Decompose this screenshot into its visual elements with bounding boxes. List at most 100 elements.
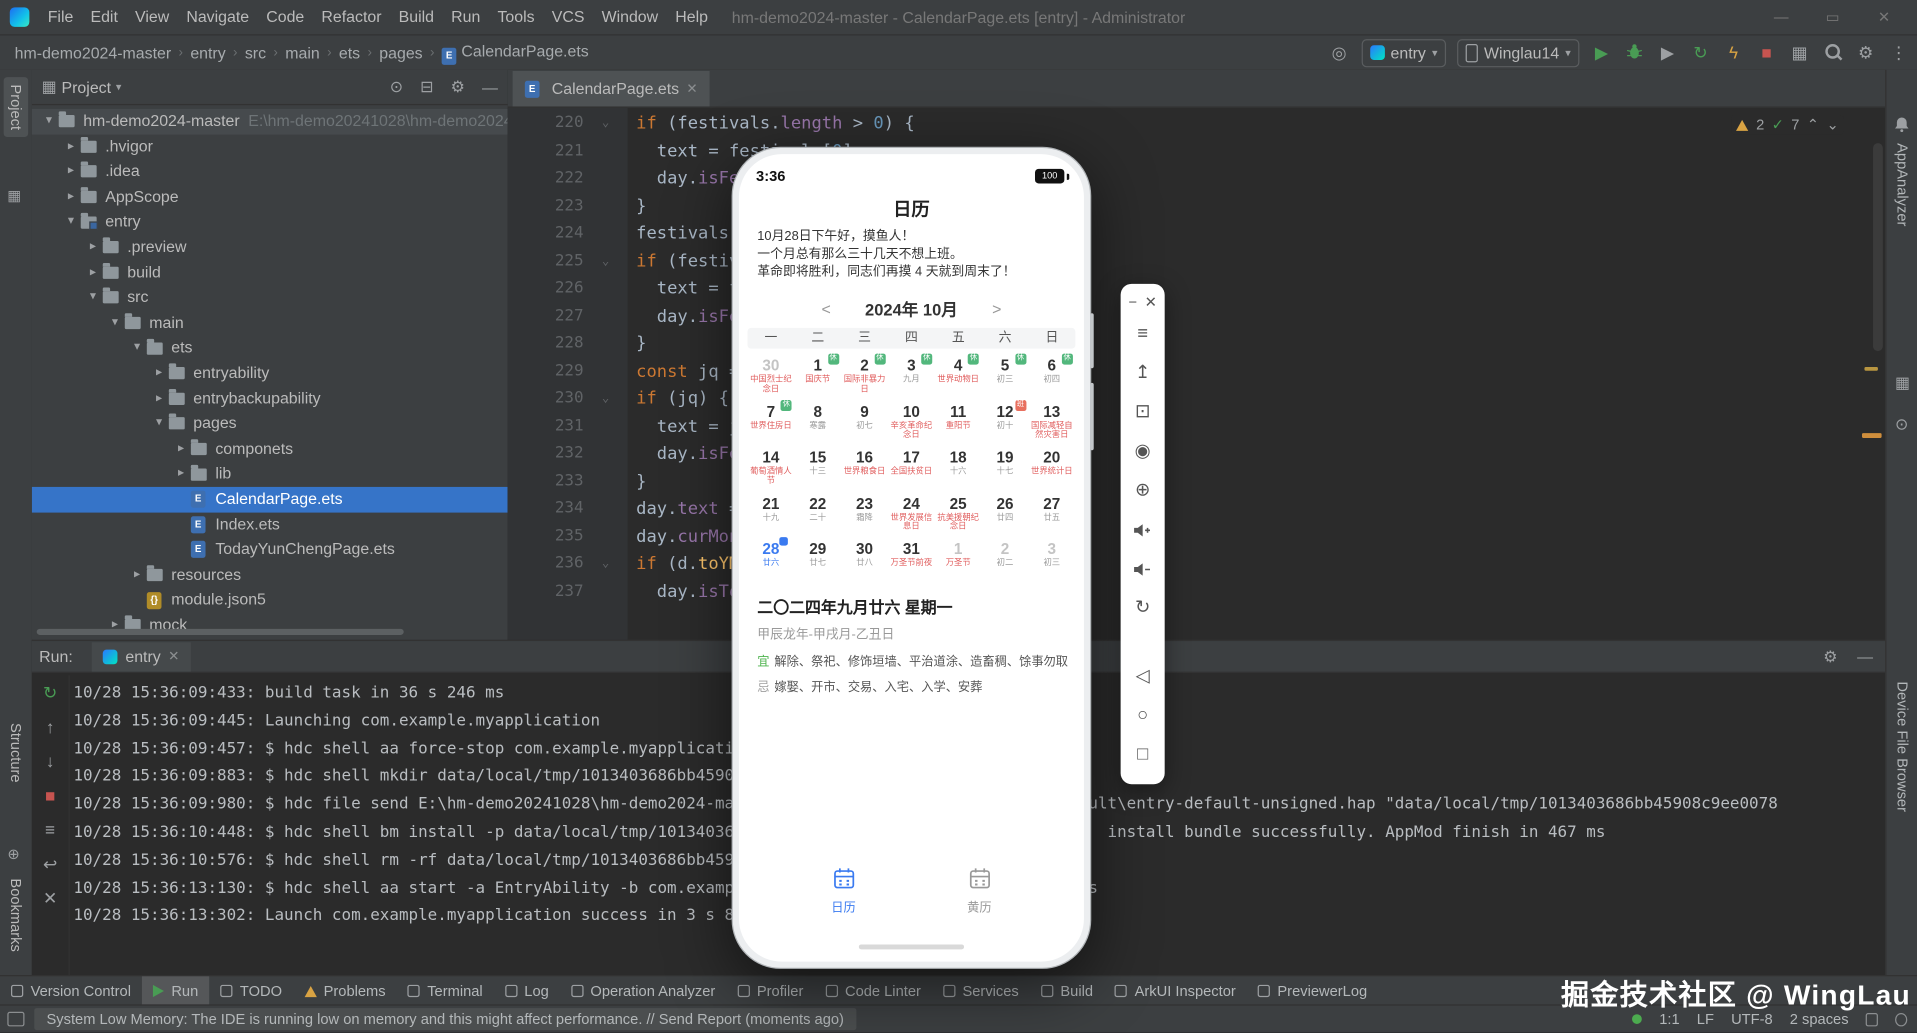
notifications-icon[interactable] <box>1895 1012 1907 1025</box>
tree-item[interactable]: ECalendarPage.ets <box>32 487 508 512</box>
calendar-day-cell[interactable]: 31万圣节前夜 <box>888 538 935 584</box>
calendar-day-cell[interactable]: 15十三 <box>794 446 841 492</box>
tool-window-toggle-icon[interactable] <box>7 1012 24 1027</box>
settings-gear-icon[interactable]: ⚙ <box>1823 647 1837 667</box>
tree-item[interactable]: ▸.idea <box>32 159 508 184</box>
tool-windows-icon[interactable]: ▦ <box>1789 42 1811 63</box>
tree-item[interactable]: ▸entryability <box>32 361 508 386</box>
sidebar-tab-device-file-browser[interactable]: Device File Browser <box>1894 681 1911 812</box>
volume-down-icon[interactable] <box>1121 549 1165 588</box>
stop-button[interactable]: ■ <box>1756 43 1778 63</box>
breadcrumb-item[interactable]: ECalendarPage.ets <box>439 41 591 64</box>
calendar-day-cell[interactable]: 10辛亥革命纪念日 <box>888 400 935 446</box>
calendar-day-cell[interactable]: 8寒露 <box>794 400 841 446</box>
run-tab[interactable]: entry ✕ <box>92 642 190 671</box>
menu-code[interactable]: Code <box>258 0 313 34</box>
record-icon[interactable]: ◉ <box>1121 432 1165 471</box>
vertical-scrollbar[interactable] <box>1873 143 1883 351</box>
collapse-all-icon[interactable]: ⊟ <box>420 77 433 97</box>
tree-item[interactable]: {}module.json5 <box>32 588 508 613</box>
toolwindow-arkui-inspector[interactable]: ArkUI Inspector <box>1104 976 1247 1005</box>
editor-tab[interactable]: E CalendarPage.ets ✕ <box>513 71 710 106</box>
menu-vcs[interactable]: VCS <box>543 0 593 34</box>
sidebar-tab-structure[interactable]: Structure <box>6 716 26 790</box>
restart-button[interactable]: ↻ <box>1690 42 1712 63</box>
profiler-button[interactable]: ϟ <box>1723 43 1745 63</box>
inspections-widget[interactable]: 2 ✓ 7 ⌃ ⌄ <box>1732 115 1844 135</box>
clear-icon[interactable]: ✕ <box>32 881 69 915</box>
status-message[interactable]: System Low Memory: The IDE is running lo… <box>34 1008 856 1030</box>
menu-refactor[interactable]: Refactor <box>313 0 390 34</box>
tree-item[interactable]: ▾hm-demo2024-masterE:\hm-demo20241028\hm… <box>32 109 508 134</box>
horizontal-scrollbar[interactable] <box>37 629 404 635</box>
breadcrumb-item[interactable]: entry <box>188 43 228 61</box>
next-month-icon[interactable]: > <box>992 299 1001 317</box>
tree-item[interactable]: EIndex.ets <box>32 512 508 537</box>
calendar-day-cell[interactable]: 2初二 <box>982 538 1029 584</box>
device-select[interactable]: Winglau14 ▾ <box>1457 39 1579 67</box>
calendar-day-cell[interactable]: 3初三 <box>1028 538 1075 584</box>
rerun-icon[interactable]: ↻ <box>32 675 69 709</box>
tree-item[interactable]: ▾main <box>32 310 508 335</box>
calendar-day-cell[interactable]: 11重阳节 <box>935 400 982 446</box>
toolwindow-previewerlog[interactable]: PreviewerLog <box>1247 976 1378 1005</box>
fold-marker-icon[interactable]: ⌄ <box>584 551 628 579</box>
calendar-day-cell[interactable]: 30中国烈士纪念日 <box>747 354 794 400</box>
up-icon[interactable]: ↑ <box>32 710 69 744</box>
recents-icon[interactable]: □ <box>1121 735 1165 774</box>
calendar-day-cell[interactable]: 休6初四 <box>1028 354 1075 400</box>
sidebar-tab-project[interactable]: Project <box>4 77 28 137</box>
prev-issue-icon[interactable]: ⌃ <box>1807 116 1819 133</box>
close-icon[interactable]: ✕ <box>1858 9 1909 26</box>
tree-item[interactable]: ▸.hvigor <box>32 134 508 159</box>
menu-view[interactable]: View <box>126 0 177 34</box>
code-view[interactable]: 220⌄if (festivals.length > 0) {221 text … <box>508 110 1886 605</box>
calendar-day-cell[interactable]: 23霜降 <box>841 492 888 538</box>
calendar-day-cell[interactable]: 1万圣节 <box>935 538 982 584</box>
home-icon[interactable]: ○ <box>1121 696 1165 735</box>
tab-almanac[interactable]: 黄历 <box>967 866 991 915</box>
tree-item[interactable]: ▸componets <box>32 436 508 461</box>
stop-icon[interactable]: ■ <box>32 778 69 812</box>
tree-item[interactable]: ETodayYunChengPage.ets <box>32 537 508 562</box>
inspector-icon[interactable]: ⊙ <box>1895 415 1908 435</box>
close-icon[interactable]: ✕ <box>686 81 697 97</box>
tree-item[interactable]: ▸.preview <box>32 235 508 260</box>
previewer-icon[interactable]: ▦ <box>1895 373 1910 393</box>
tree-item[interactable]: ▾entry <box>32 210 508 235</box>
file-encoding[interactable]: UTF-8 <box>1731 1011 1773 1028</box>
sidebar-tab-appanalyzer[interactable]: AppAnalyzer <box>1894 143 1911 226</box>
screenshot-icon[interactable]: ⊡ <box>1121 393 1165 432</box>
calendar-day-cell[interactable]: 30廿八 <box>841 538 888 584</box>
softwrap-icon[interactable]: ↩ <box>32 847 69 881</box>
run-with-coverage-button[interactable]: ▶ <box>1656 42 1678 63</box>
fold-marker-icon[interactable]: ⌄ <box>584 385 628 413</box>
menu-file[interactable]: File <box>39 0 82 34</box>
debug-button[interactable] <box>1623 42 1645 63</box>
close-icon[interactable]: ✕ <box>168 648 179 664</box>
commit-icon[interactable]: ▦ <box>7 187 21 204</box>
warning-stripe-mark[interactable] <box>1862 433 1882 438</box>
calendar-day-cell[interactable]: 27廿五 <box>1028 492 1075 538</box>
tree-item[interactable]: ▸lib <box>32 462 508 487</box>
calendar-day-cell[interactable]: 20世界统计日 <box>1028 446 1075 492</box>
calendar-day-cell[interactable]: 9初七 <box>841 400 888 446</box>
calendar-day-cell[interactable]: 休2国际非暴力日 <box>841 354 888 400</box>
menu-window[interactable]: Window <box>593 0 667 34</box>
prev-month-icon[interactable]: < <box>822 299 831 317</box>
fold-marker-icon[interactable]: ⌄ <box>584 110 628 138</box>
toolwindow-run[interactable]: Run <box>142 976 209 1005</box>
calendar-day-cell[interactable]: 25抗美援朝纪念日 <box>935 492 982 538</box>
tree-item[interactable]: ▾ets <box>32 336 508 361</box>
hide-panel-icon[interactable]: — <box>482 78 498 96</box>
calendar-day-cell[interactable]: 28廿六 <box>747 538 794 584</box>
sidebar-tab-bookmarks[interactable]: Bookmarks <box>6 871 26 959</box>
breadcrumb-item[interactable]: main <box>283 43 322 61</box>
search-icon[interactable] <box>1822 43 1844 63</box>
home-indicator[interactable] <box>859 944 964 949</box>
calendar-day-cell[interactable]: 24世界发展信息日 <box>888 492 935 538</box>
bell-icon[interactable] <box>1894 116 1910 136</box>
fold-marker-icon[interactable]: ⌄ <box>584 248 628 276</box>
line-separator[interactable]: LF <box>1697 1011 1714 1028</box>
lock-icon[interactable] <box>1866 1012 1878 1025</box>
